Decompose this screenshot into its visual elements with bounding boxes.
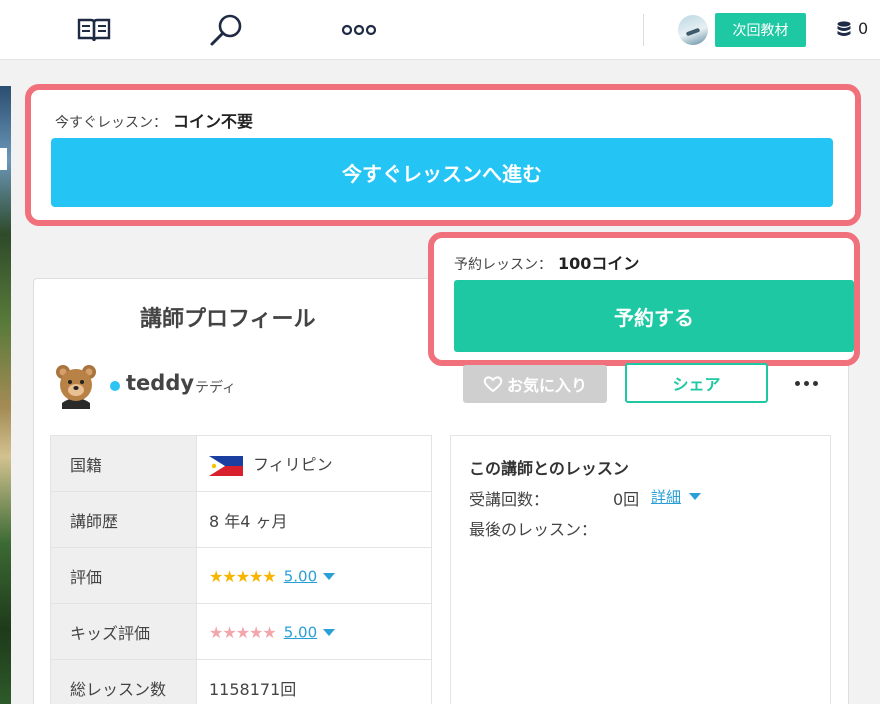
coin-count: 0 [858, 19, 869, 38]
lessons-with-teacher-panel: この講師とのレッスン 受講回数： 0回 詳細 最後のレッスン： [450, 435, 831, 704]
more-dots-icon[interactable] [340, 12, 378, 48]
next-material-button[interactable]: 次回教材 [715, 13, 806, 47]
start-lesson-now-button[interactable]: 今すぐレッスンへ進む [51, 138, 833, 207]
reserve-button[interactable]: 予約する [454, 280, 854, 352]
user-avatar[interactable] [678, 15, 708, 45]
favorite-label: お気に入り [506, 378, 587, 395]
top-bar: 次回教材 0 [0, 0, 880, 60]
rating-stars-icon: ★★★★★ [209, 566, 277, 586]
caret-down-icon[interactable] [323, 628, 336, 636]
caret-down-icon[interactable] [689, 493, 701, 500]
teacher-info-table: 国籍 フィリピン 講師歴 8 年4 ヶ月 評価 ★★★★★ 5.00 キッズ評価 … [50, 435, 432, 704]
kids-rating-label: キッズ評価 [50, 603, 197, 660]
caret-down-icon[interactable] [323, 572, 336, 580]
online-status-dot [110, 381, 120, 391]
nationality-label: 国籍 [50, 435, 197, 492]
detail-link[interactable]: 詳細 [651, 486, 681, 507]
nationality-value: フィリピン [253, 455, 333, 475]
divider [643, 14, 644, 46]
kids-rating-stars-icon: ★★★★★ [209, 622, 277, 642]
teacher-name: teddy [126, 371, 195, 395]
search-icon[interactable] [206, 12, 246, 48]
profile-title: 講師プロフィール [140, 307, 316, 332]
table-row: 講師歴 8 年4 ヶ月 [50, 491, 432, 548]
reserve-lesson-panel: 予約レッスン： 100コイン 予約する [428, 232, 860, 366]
teddy-bear-avatar [54, 363, 98, 409]
reserve-lesson-label: 予約レッスン： 100コイン [454, 254, 640, 273]
share-button[interactable]: シェア [625, 363, 768, 403]
last-lesson-label: 最後のレッスン： [469, 520, 598, 539]
book-icon[interactable] [76, 12, 112, 48]
reserve-lesson-cost: 100コイン [558, 254, 640, 273]
table-row: キッズ評価 ★★★★★ 5.00 [50, 603, 432, 660]
background-photo [0, 86, 11, 704]
philippines-flag-icon [209, 455, 243, 476]
instant-lesson-label: 今すぐレッスン： コイン不要 [55, 112, 254, 131]
lessons-with-teacher-title: この講師とのレッスン [469, 459, 629, 478]
lesson-count-label: 受講回数： [469, 490, 550, 509]
rating-label: 評価 [50, 547, 197, 604]
instant-lesson-panel: 今すぐレッスン： コイン不要 今すぐレッスンへ進む [25, 84, 861, 226]
table-row: 国籍 フィリピン [50, 435, 432, 492]
rating-link[interactable]: 5.00 [284, 567, 317, 585]
favorite-button[interactable]: お気に入り [463, 365, 607, 403]
instant-lesson-cost: コイン不要 [173, 112, 254, 131]
teacher-name-kana: テディ [195, 380, 237, 396]
heart-icon [483, 376, 503, 393]
total-lessons-label: 総レッスン数 [50, 659, 197, 704]
lesson-count-value: 0回 [613, 490, 640, 509]
experience-value: 8 年4 ヶ月 [196, 491, 432, 548]
table-row: 評価 ★★★★★ 5.00 [50, 547, 432, 604]
total-lessons-value: 1158171回 [196, 659, 432, 704]
coin-stack-icon [836, 20, 852, 44]
more-options-icon[interactable] [790, 372, 822, 394]
table-row: 総レッスン数 1158171回 [50, 659, 432, 704]
kids-rating-link[interactable]: 5.00 [284, 623, 317, 641]
experience-label: 講師歴 [50, 491, 197, 548]
